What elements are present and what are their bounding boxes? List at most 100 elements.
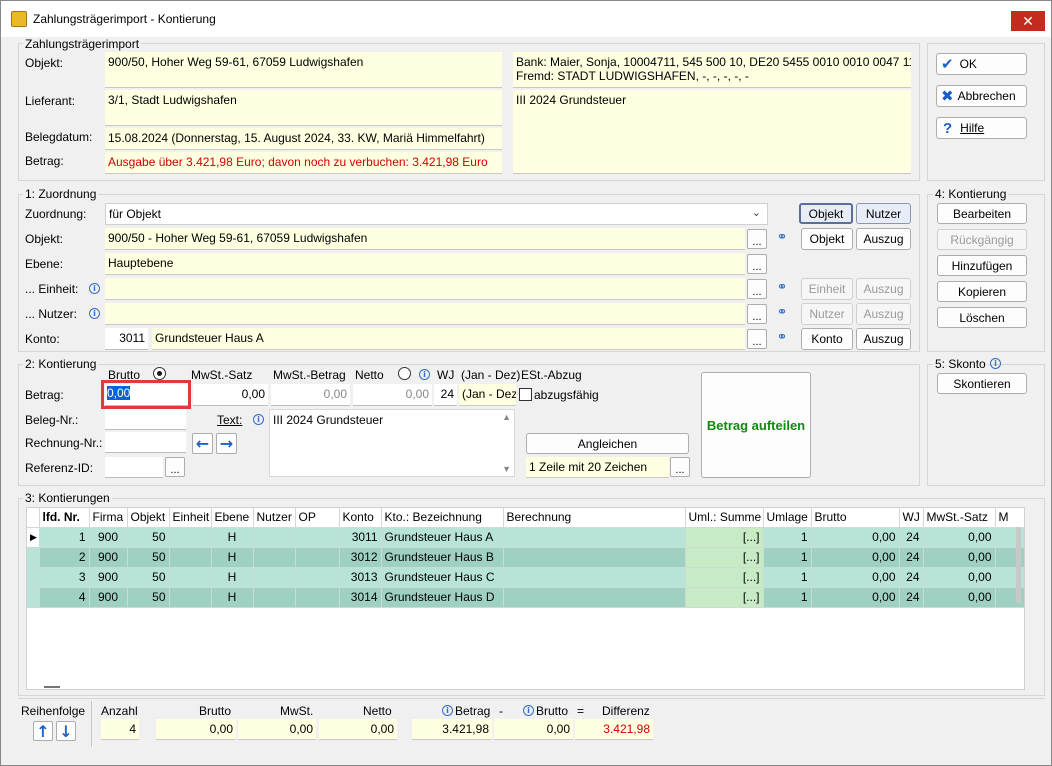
- table-cell-objekt[interactable]: 50: [127, 547, 170, 568]
- info-icon[interactable]: i: [89, 283, 100, 294]
- column-header[interactable]: Brutto: [811, 508, 900, 528]
- column-header[interactable]: Objekt: [127, 508, 170, 528]
- table-cell-op[interactable]: [295, 587, 340, 608]
- table-cell-firma[interactable]: 900: [89, 527, 128, 548]
- table-cell-objekt[interactable]: 50: [127, 527, 170, 548]
- column-header[interactable]: M: [995, 508, 1024, 528]
- table-cell-ebene[interactable]: H: [211, 587, 254, 608]
- rueckgaengig-button[interactable]: Rückgängig: [937, 229, 1027, 250]
- zuordnung-select[interactable]: für Objekt ⌄: [105, 203, 768, 225]
- column-header[interactable]: MwSt.-Satz: [923, 508, 996, 528]
- arrow-up-icon[interactable]: ↑: [33, 721, 53, 741]
- table-scrollbar[interactable]: [1016, 527, 1021, 603]
- table-cell-einheit[interactable]: [169, 547, 212, 568]
- resize-handle[interactable]: [44, 686, 60, 688]
- kopieren-button[interactable]: Kopieren: [937, 281, 1027, 302]
- binoculars-icon[interactable]: ⚭: [773, 280, 791, 296]
- scroll-down-icon[interactable]: ▼: [502, 464, 511, 474]
- field-ebene[interactable]: Hauptebene: [105, 253, 745, 275]
- column-header[interactable]: Berechnung: [503, 508, 686, 528]
- table-cell-einheit[interactable]: [169, 567, 212, 588]
- table-cell-firma[interactable]: 900: [89, 547, 128, 568]
- table-cell-uml[interactable]: [...]: [685, 587, 764, 608]
- beleg-nr-input[interactable]: [105, 409, 186, 430]
- row-indicator[interactable]: [27, 547, 40, 568]
- skontieren-button[interactable]: Skontieren: [937, 373, 1027, 394]
- table-cell-op[interactable]: [295, 527, 340, 548]
- info-icon[interactable]: i: [523, 705, 534, 716]
- table-cell-wj[interactable]: 24: [899, 547, 924, 568]
- info-icon[interactable]: i: [419, 369, 430, 380]
- table-cell-ber[interactable]: [503, 587, 686, 608]
- ebene-browse-button[interactable]: ...: [747, 254, 767, 274]
- table-cell-uml[interactable]: [...]: [685, 567, 764, 588]
- table-cell-nr[interactable]: 1: [39, 527, 90, 548]
- table-cell-umlage[interactable]: 1: [763, 567, 812, 588]
- table-cell-uml[interactable]: [...]: [685, 547, 764, 568]
- arrow-right-icon[interactable]: →: [216, 433, 237, 454]
- table-cell-mwst[interactable]: 0,00: [923, 567, 996, 588]
- info-icon[interactable]: i: [442, 705, 453, 716]
- objekt-browse-button[interactable]: ...: [747, 229, 767, 249]
- row-indicator[interactable]: [27, 567, 40, 588]
- column-header[interactable]: lfd. Nr.: [39, 508, 90, 528]
- table-cell-op[interactable]: [295, 567, 340, 588]
- table-cell-umlage[interactable]: 1: [763, 527, 812, 548]
- field-konto-name[interactable]: Grundsteuer Haus A: [152, 328, 745, 350]
- table-cell-ber[interactable]: [503, 527, 686, 548]
- table-row[interactable]: 3 900 50 H 3013 Grundsteuer Haus C [...] 1 0,00 2…: [27, 567, 1024, 588]
- table-cell-nutzer[interactable]: [253, 547, 296, 568]
- toggle-nutzer[interactable]: Nutzer: [856, 203, 911, 224]
- table-cell-nutzer[interactable]: [253, 527, 296, 548]
- column-header[interactable]: Einheit: [169, 508, 212, 528]
- table-cell-brutto[interactable]: 0,00: [811, 527, 900, 548]
- abzugsfaehig-checkbox[interactable]: [519, 388, 532, 401]
- radio-netto[interactable]: [398, 367, 411, 380]
- field-zuordnung-objekt[interactable]: 900/50 - Hoher Weg 59-61, 67059 Ludwigsh…: [105, 228, 745, 250]
- table-cell-ber[interactable]: [503, 567, 686, 588]
- table-cell-brutto[interactable]: 0,00: [811, 547, 900, 568]
- table-cell-bez[interactable]: Grundsteuer Haus A: [381, 527, 504, 548]
- table-cell-brutto[interactable]: 0,00: [811, 587, 900, 608]
- table-cell-ebene[interactable]: H: [211, 567, 254, 588]
- table-row[interactable]: 4 900 50 H 3014 Grundsteuer Haus D [...] 1 0,00 2…: [27, 587, 1024, 608]
- binoculars-icon[interactable]: ⚭: [773, 305, 791, 321]
- objekt-auszug-button[interactable]: Auszug: [856, 228, 911, 250]
- table-cell-umlage[interactable]: 1: [763, 587, 812, 608]
- info-icon[interactable]: i: [89, 308, 100, 319]
- table-cell-konto[interactable]: 3014: [339, 587, 382, 608]
- mwst-satz-input[interactable]: 0,00: [193, 384, 268, 406]
- nutzer-browse-button[interactable]: ...: [747, 304, 767, 324]
- table-cell-mwst[interactable]: 0,00: [923, 587, 996, 608]
- referenz-id-input[interactable]: [105, 457, 163, 478]
- table-cell-ebene[interactable]: H: [211, 547, 254, 568]
- table-cell-ber[interactable]: [503, 547, 686, 568]
- arrow-down-icon[interactable]: ↓: [56, 721, 76, 741]
- table-cell-konto[interactable]: 3013: [339, 567, 382, 588]
- field-konto-nr[interactable]: 3011: [105, 328, 148, 350]
- table-cell-mwst[interactable]: 0,00: [923, 547, 996, 568]
- row-indicator[interactable]: [27, 587, 40, 608]
- table-cell-op[interactable]: [295, 547, 340, 568]
- close-icon[interactable]: ✕: [1011, 11, 1045, 31]
- einheit-browse-button[interactable]: ...: [747, 279, 767, 299]
- binoculars-icon[interactable]: ⚭: [773, 330, 791, 346]
- table-cell-bez[interactable]: Grundsteuer Haus D: [381, 587, 504, 608]
- table-cell-wj[interactable]: 24: [899, 527, 924, 548]
- table-cell-mwst[interactable]: 0,00: [923, 527, 996, 548]
- table-cell-nutzer[interactable]: [253, 587, 296, 608]
- table-cell-einheit[interactable]: [169, 587, 212, 608]
- arrow-left-icon[interactable]: ←: [192, 433, 213, 454]
- info-icon[interactable]: i: [253, 414, 264, 425]
- bearbeiten-button[interactable]: Bearbeiten: [937, 203, 1027, 224]
- rechnung-nr-input[interactable]: [105, 432, 186, 453]
- table-cell-uml[interactable]: [...]: [685, 527, 764, 548]
- wj-input[interactable]: 24: [434, 384, 457, 406]
- table-cell-bez[interactable]: Grundsteuer Haus C: [381, 567, 504, 588]
- text-browse-button[interactable]: ...: [670, 457, 690, 477]
- table-cell-bez[interactable]: Grundsteuer Haus B: [381, 547, 504, 568]
- table-cell-wj[interactable]: 24: [899, 587, 924, 608]
- column-header[interactable]: Umlage: [763, 508, 812, 528]
- table-cell-firma[interactable]: 900: [89, 567, 128, 588]
- column-header[interactable]: Firma: [89, 508, 128, 528]
